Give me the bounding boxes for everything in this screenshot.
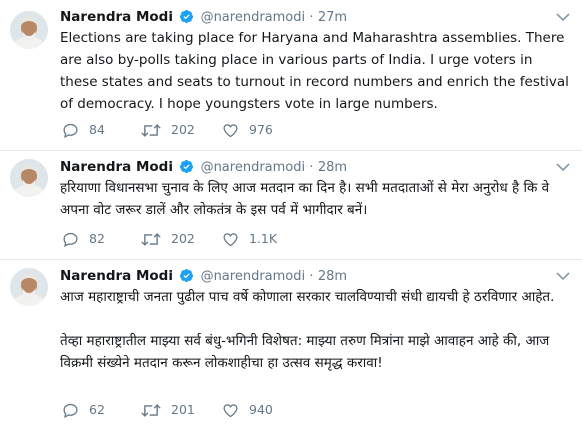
tweet[interactable]: Narendra Modi @narendramodi · 27m Electi… xyxy=(0,0,582,151)
tweet-time[interactable]: 28m xyxy=(318,160,347,175)
tweet-time[interactable]: 28m xyxy=(318,269,347,284)
reply-icon xyxy=(63,123,78,138)
verified-badge-icon xyxy=(180,9,194,24)
retweet-button[interactable]: 201 xyxy=(141,400,195,420)
like-count: 1.1K xyxy=(249,231,278,246)
like-button[interactable]: 976 xyxy=(222,120,273,140)
chevron-down-icon[interactable] xyxy=(556,271,570,281)
author-name[interactable]: Narendra Modi xyxy=(60,268,173,284)
verified-badge-icon xyxy=(180,159,194,174)
author-handle[interactable]: @narendramodi xyxy=(201,10,306,25)
heart-icon xyxy=(223,232,238,246)
tweet-time[interactable]: 27m xyxy=(318,10,347,25)
retweet-icon xyxy=(141,232,161,246)
retweet-icon xyxy=(141,403,161,417)
chevron-down-icon[interactable] xyxy=(556,162,570,172)
tweet-text: हरियाणा विधानसभा चुनाव के लिए आज मतदान क… xyxy=(60,180,550,218)
reply-button[interactable]: 62 xyxy=(62,400,105,420)
retweet-count: 201 xyxy=(171,402,195,417)
reply-count: 82 xyxy=(89,231,105,246)
separator-dot: · xyxy=(309,160,314,175)
reply-icon xyxy=(63,232,78,247)
tweet-header: Narendra Modi @narendramodi · 28m xyxy=(60,266,347,286)
separator-dot: · xyxy=(309,10,314,25)
retweet-count: 202 xyxy=(171,231,195,246)
like-button[interactable]: 1.1K xyxy=(222,229,277,249)
reply-count: 62 xyxy=(89,402,105,417)
chevron-down-icon[interactable] xyxy=(556,12,570,22)
retweet-icon xyxy=(141,123,161,137)
tweet-feed: Narendra Modi @narendramodi · 27m Electi… xyxy=(0,0,582,434)
heart-icon xyxy=(223,403,238,417)
author-handle[interactable]: @narendramodi xyxy=(201,269,306,284)
verified-badge-icon xyxy=(180,268,194,283)
like-count: 976 xyxy=(249,122,273,137)
tweet-header: Narendra Modi @narendramodi · 27m xyxy=(60,7,347,27)
retweet-button[interactable]: 202 xyxy=(141,120,195,140)
like-count: 940 xyxy=(249,402,273,417)
reply-button[interactable]: 84 xyxy=(62,120,105,140)
tweet-text: आज महाराष्ट्राची जनता पुढील पाच वर्षे को… xyxy=(60,289,555,371)
author-name[interactable]: Narendra Modi xyxy=(60,9,173,25)
reply-icon xyxy=(63,403,78,418)
heart-icon xyxy=(223,123,238,137)
avatar[interactable] xyxy=(10,268,48,306)
reply-button[interactable]: 82 xyxy=(62,229,105,249)
avatar[interactable] xyxy=(10,159,48,197)
retweet-count: 202 xyxy=(171,122,195,137)
avatar[interactable] xyxy=(10,11,48,49)
author-handle[interactable]: @narendramodi xyxy=(201,160,306,175)
like-button[interactable]: 940 xyxy=(222,400,273,420)
tweet-header: Narendra Modi @narendramodi · 28m xyxy=(60,157,347,177)
retweet-button[interactable]: 202 xyxy=(141,229,195,249)
tweet-text: Elections are taking place for Haryana a… xyxy=(60,30,569,112)
separator-dot: · xyxy=(309,269,314,284)
tweet[interactable]: Narendra Modi @narendramodi · 28m हरियाण… xyxy=(0,151,582,260)
author-name[interactable]: Narendra Modi xyxy=(60,159,173,175)
reply-count: 84 xyxy=(89,122,105,137)
tweet[interactable]: Narendra Modi @narendramodi · 28m आज महा… xyxy=(0,260,582,434)
